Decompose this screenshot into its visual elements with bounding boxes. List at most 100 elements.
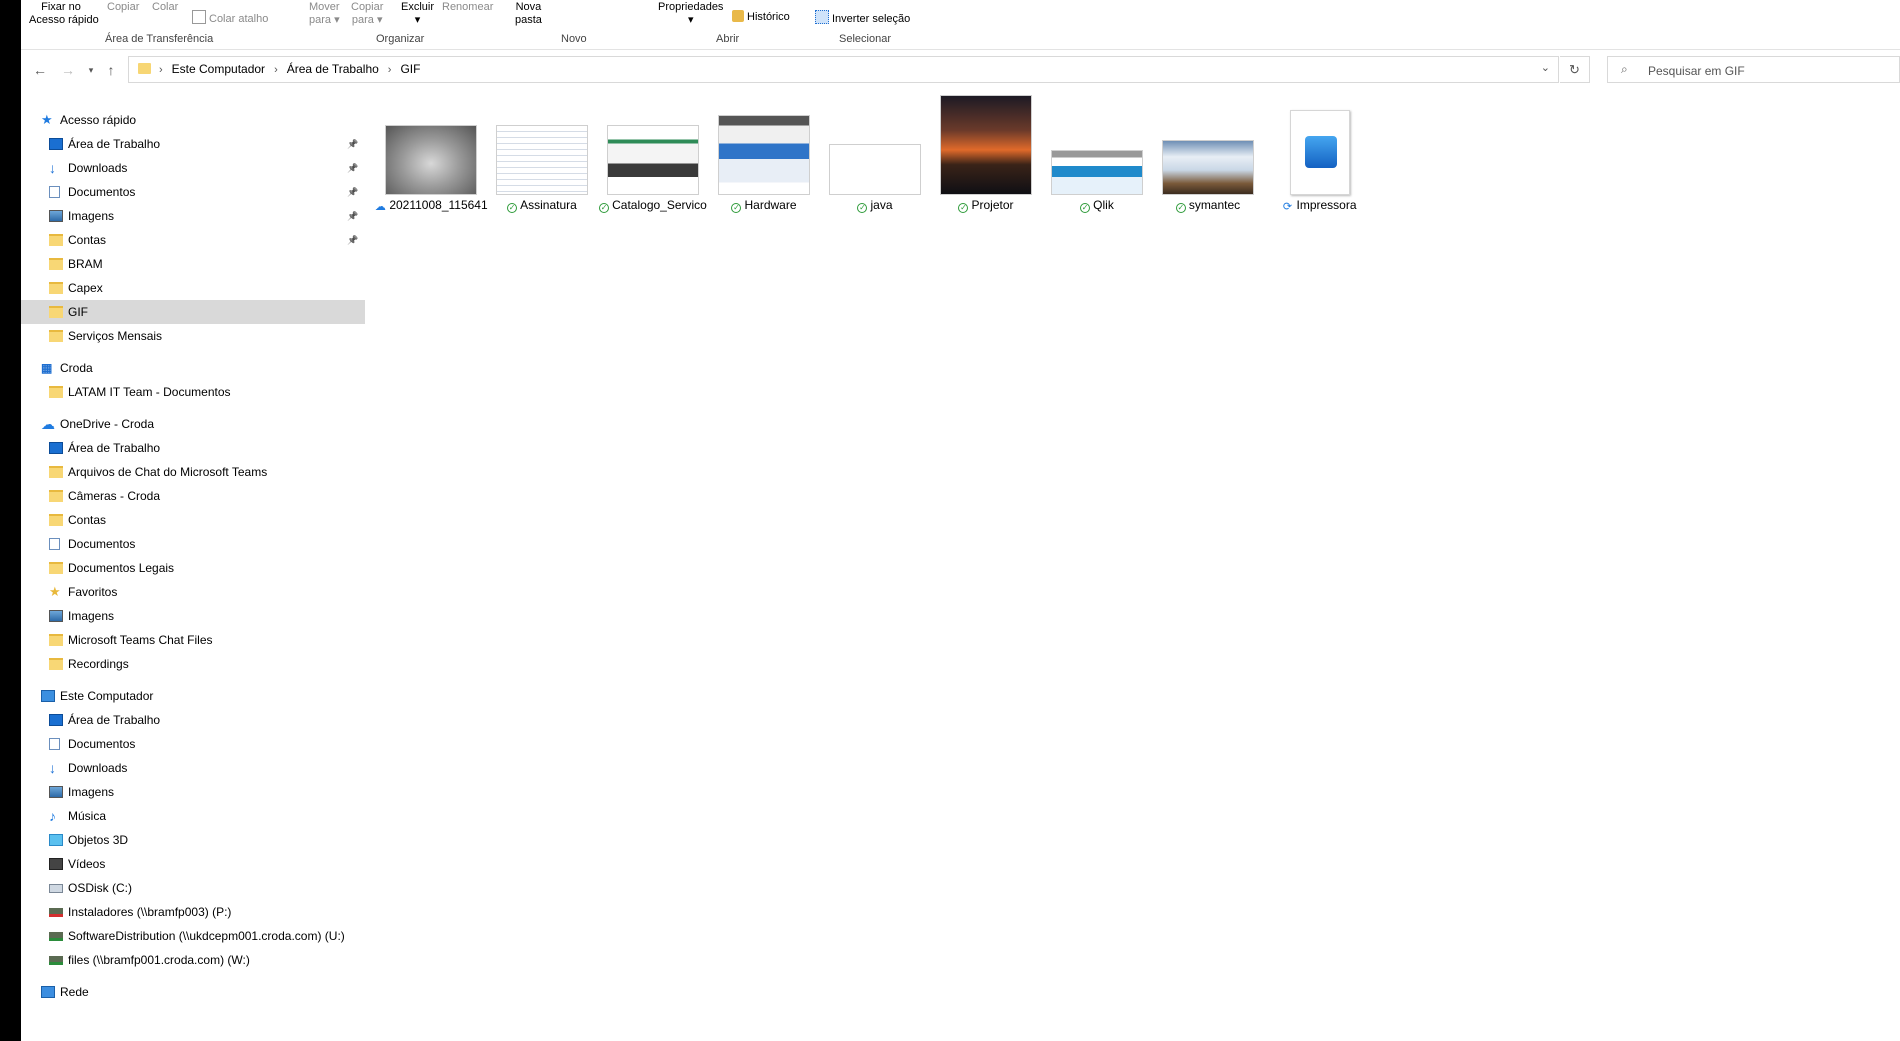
forward-arrow-icon[interactable]: → <box>59 61 77 79</box>
sidebar-item-label: Serviços Mensais <box>68 329 163 343</box>
sidebar-item-label: Área de Trabalho <box>68 713 161 727</box>
file-item[interactable]: ✓ Hardware <box>703 100 811 240</box>
sidebar-item-servicos-mensais[interactable]: Serviços Mensais <box>21 324 365 348</box>
history-button[interactable]: Histórico <box>732 10 790 24</box>
back-arrow-icon[interactable]: ← <box>31 61 49 79</box>
invert-selection-button[interactable]: Inverter seleção <box>815 10 910 26</box>
sidebar-item-od-favorites[interactable]: ★ Favoritos <box>21 580 365 604</box>
file-item[interactable]: ✓ Qlik <box>1036 100 1144 240</box>
address-dropdown-chevron-icon[interactable]: ⌄ <box>1541 61 1550 74</box>
file-item[interactable]: ☁ 20211008_115641 <box>370 100 488 240</box>
sidebar-item-label: Capex <box>68 281 103 295</box>
file-item[interactable]: ⟳ Impressora <box>1258 100 1366 240</box>
sidebar-item-pc-videos[interactable]: Vídeos <box>21 852 365 876</box>
sidebar-item-latam-it-team[interactable]: LATAM IT Team - Documentos <box>21 380 365 404</box>
sidebar-item-od-legal-docs[interactable]: Documentos Legais <box>21 556 365 580</box>
pin-icon[interactable]: 📌 <box>347 228 358 252</box>
sidebar-item-label: Instaladores (\\bramfp003) (P:) <box>68 905 232 919</box>
button-label: Mover <box>309 1 340 13</box>
file-view: ☁ 20211008_115641 ✓ Assinatura ✓ Catalogo_Ser… <box>370 95 1880 1000</box>
sidebar-item-pc-osdisk[interactable]: OSDisk (C:) <box>21 876 365 900</box>
breadcrumb-separator-icon[interactable]: › <box>388 64 392 76</box>
up-arrow-icon[interactable]: ↑ <box>102 61 120 79</box>
sidebar-item-gif[interactable]: GIF <box>21 300 365 324</box>
sidebar-item-od-documents[interactable]: Documentos <box>21 532 365 556</box>
sidebar-item-pc-downloads[interactable]: ↓ Downloads <box>21 756 365 780</box>
pin-icon[interactable]: 📌 <box>347 204 358 228</box>
sidebar-item-od-teams-chat[interactable]: Arquivos de Chat do Microsoft Teams <box>21 460 365 484</box>
breadcrumb: › Este Computador › Área de Trabalho › GIF <box>159 57 420 82</box>
paste-shortcut-button[interactable]: Colar atalho <box>192 10 268 26</box>
sidebar-item-images[interactable]: Imagens 📌 <box>21 204 365 228</box>
properties-button[interactable]: Propriedades ▾ <box>658 1 723 27</box>
sidebar-item-network[interactable]: Rede <box>21 980 365 1004</box>
sidebar-item-pc-drive-p[interactable]: Instaladores (\\bramfp003) (P:) <box>21 900 365 924</box>
invert-selection-icon <box>815 10 829 24</box>
breadcrumb-separator-icon[interactable]: › <box>274 64 278 76</box>
pin-icon[interactable]: 📌 <box>347 156 358 180</box>
sidebar-item-pc-drive-u[interactable]: SoftwareDistribution (\\ukdcepm001.croda… <box>21 924 365 948</box>
sidebar-item-quick-access[interactable]: ★ Acesso rápido <box>21 108 365 132</box>
sidebar-item-pc-desktop[interactable]: Área de Trabalho <box>21 708 365 732</box>
sidebar-item-onedrive[interactable]: ☁ OneDrive - Croda <box>21 412 365 436</box>
sidebar-item-pc-3d-objects[interactable]: Objetos 3D <box>21 828 365 852</box>
breadcrumb-this-pc[interactable]: Este Computador <box>172 62 265 76</box>
delete-button[interactable]: Excluir ▾ <box>401 1 434 27</box>
folder-icon <box>138 63 151 74</box>
button-label: Inverter seleção <box>832 13 911 25</box>
pin-quick-access-button[interactable]: Fixar no Acesso rápido <box>29 1 99 27</box>
sidebar-item-documents[interactable]: Documentos 📌 <box>21 180 365 204</box>
search-input[interactable] <box>1646 60 1890 81</box>
file-thumbnail <box>718 115 810 195</box>
button-label: Renomear <box>442 1 494 13</box>
cube-icon <box>49 834 63 846</box>
address-bar[interactable]: › Este Computador › Área de Trabalho › GIF ⌄ <box>128 56 1559 83</box>
sidebar-item-bram[interactable]: BRAM <box>21 252 365 276</box>
sidebar-item-pc-images[interactable]: Imagens <box>21 780 365 804</box>
sidebar-item-od-images[interactable]: Imagens <box>21 604 365 628</box>
sidebar-item-pc-documents[interactable]: Documentos <box>21 732 365 756</box>
file-name-label: Qlik <box>1093 198 1114 212</box>
sidebar-item-od-teams-files[interactable]: Microsoft Teams Chat Files <box>21 628 365 652</box>
sidebar-item-label: Imagens <box>68 785 115 799</box>
sidebar-item-pc-drive-w[interactable]: files (\\bramfp001.croda.com) (W:) <box>21 948 365 972</box>
pin-icon[interactable]: 📌 <box>347 180 358 204</box>
video-icon <box>49 858 63 870</box>
sidebar-item-desktop[interactable]: Área de Trabalho 📌 <box>21 132 365 156</box>
copy-button[interactable]: Copiar <box>107 1 139 14</box>
search-box[interactable]: ⌕ <box>1607 56 1900 83</box>
star-icon: ★ <box>41 112 53 127</box>
sidebar-item-od-recordings[interactable]: Recordings <box>21 652 365 676</box>
folder-icon <box>49 562 63 574</box>
file-item[interactable]: ✓ java <box>814 100 922 240</box>
sidebar-item-capex[interactable]: Capex <box>21 276 365 300</box>
sidebar-item-downloads[interactable]: ↓ Downloads 📌 <box>21 156 365 180</box>
sidebar-item-pc-music[interactable]: ♪ Música <box>21 804 365 828</box>
pin-icon[interactable]: 📌 <box>347 132 358 156</box>
folder-icon <box>49 306 63 318</box>
sidebar-item-od-contas[interactable]: Contas <box>21 508 365 532</box>
copy-to-button[interactable]: Copiar para ▾ <box>351 1 383 27</box>
new-folder-button[interactable]: Nova pasta <box>515 1 542 27</box>
breadcrumb-gif[interactable]: GIF <box>400 62 420 76</box>
recent-locations-chevron-icon[interactable]: ▾ <box>82 61 100 79</box>
history-icon <box>732 10 744 22</box>
file-item[interactable]: ✓ Assinatura <box>481 100 589 240</box>
paste-button[interactable]: Colar <box>152 1 178 14</box>
file-item[interactable]: ✓ symantec <box>1147 100 1255 240</box>
refresh-icon[interactable]: ↻ <box>1560 56 1590 83</box>
file-item[interactable]: ✓ Catalogo_Servico <box>592 100 707 240</box>
sidebar-item-croda[interactable]: ▦ Croda <box>21 356 365 380</box>
breadcrumb-separator-icon: › <box>159 64 163 76</box>
sidebar-item-od-desktop[interactable]: Área de Trabalho <box>21 436 365 460</box>
breadcrumb-desktop[interactable]: Área de Trabalho <box>287 62 379 76</box>
file-item[interactable]: ✓ Projetor <box>925 95 1033 240</box>
sidebar-item-od-cameras[interactable]: Câmeras - Croda <box>21 484 365 508</box>
move-to-button[interactable]: Mover para ▾ <box>309 1 340 27</box>
sidebar-item-this-pc[interactable]: Este Computador <box>21 684 365 708</box>
file-name: ✓ Hardware <box>703 198 825 213</box>
rename-button[interactable]: Renomear <box>442 1 493 14</box>
file-thumbnail <box>496 125 588 195</box>
sidebar-item-contas[interactable]: Contas 📌 <box>21 228 365 252</box>
pictures-icon <box>49 210 63 222</box>
